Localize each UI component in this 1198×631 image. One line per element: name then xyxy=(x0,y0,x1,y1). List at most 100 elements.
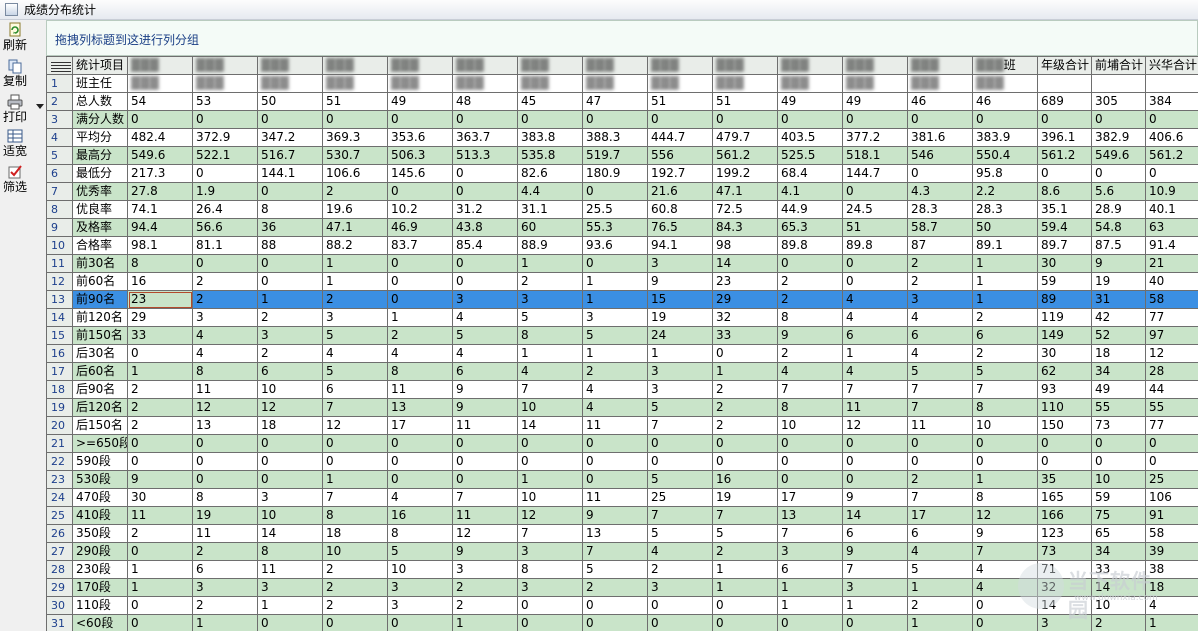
table-cell[interactable]: 4 xyxy=(972,560,1038,579)
print-dropdown-arrow-icon[interactable] xyxy=(36,104,44,109)
table-cell[interactable]: 11 xyxy=(842,398,908,417)
table-cell[interactable]: 10 xyxy=(1091,470,1146,489)
table-cell[interactable]: 0 xyxy=(127,110,193,129)
table-cell[interactable]: 39 xyxy=(1145,542,1198,561)
column-header-class[interactable]: ▓▓▓ xyxy=(192,56,258,75)
table-cell[interactable]: 0 xyxy=(322,452,388,471)
table-cell[interactable]: 0 xyxy=(712,434,778,453)
table-cell[interactable]: 2 xyxy=(712,398,778,417)
table-cell[interactable]: 0 xyxy=(257,110,323,129)
table-row[interactable]: 20 后150名 2 13 18 12 17 11 14 11 7 2 10 12 11 10 150 73 77 xyxy=(46,416,1198,435)
column-header-class[interactable]: ▓▓▓ xyxy=(712,56,778,75)
table-cell[interactable]: 33 xyxy=(1091,560,1146,579)
table-cell[interactable]: 5 xyxy=(647,398,713,417)
table-cell[interactable]: 3 xyxy=(517,290,583,309)
table-cell[interactable]: 149 xyxy=(1037,326,1092,345)
table-cell[interactable]: 50 xyxy=(257,92,323,111)
table-cell[interactable]: 10 xyxy=(387,560,453,579)
table-cell[interactable]: 26.4 xyxy=(192,200,258,219)
table-row[interactable]: 18 后90名 2 11 10 6 11 9 7 4 3 2 7 7 7 7 93 49 44 xyxy=(46,380,1198,399)
table-cell[interactable]: 89.1 xyxy=(972,236,1038,255)
column-header-class[interactable]: ▓▓▓班 xyxy=(972,56,1038,75)
table-cell[interactable] xyxy=(1037,74,1092,93)
table-cell[interactable]: 1 xyxy=(647,344,713,363)
table-cell[interactable]: 2 xyxy=(907,254,973,273)
table-cell[interactable]: 7 xyxy=(322,398,388,417)
table-cell[interactable]: 31.1 xyxy=(517,200,583,219)
table-cell[interactable]: 2 xyxy=(777,272,843,291)
table-cell[interactable]: 0 xyxy=(127,614,193,631)
table-cell[interactable]: 12 xyxy=(192,398,258,417)
table-cell[interactable]: 44 xyxy=(1145,380,1198,399)
table-cell[interactable]: 513.3 xyxy=(452,146,518,165)
table-cell[interactable]: 383.9 xyxy=(972,128,1038,147)
table-cell[interactable]: 68.4 xyxy=(777,164,843,183)
table-cell[interactable]: 0 xyxy=(582,110,648,129)
table-row[interactable]: 16 后30名 0 4 2 4 4 4 1 1 1 0 2 1 4 2 30 18 12 xyxy=(46,344,1198,363)
table-cell[interactable]: 11 xyxy=(127,506,193,525)
table-cell[interactable]: 5 xyxy=(387,542,453,561)
table-cell[interactable]: 2 xyxy=(322,560,388,579)
table-cell[interactable]: 0 xyxy=(322,434,388,453)
table-cell[interactable]: 14 xyxy=(1091,578,1146,597)
table-cell[interactable]: 7 xyxy=(777,524,843,543)
table-cell[interactable]: 5.6 xyxy=(1091,182,1146,201)
table-cell[interactable]: 106.6 xyxy=(322,164,388,183)
table-cell[interactable]: 3 xyxy=(387,578,453,597)
table-cell[interactable]: 54.8 xyxy=(1091,218,1146,237)
table-cell[interactable]: 2 xyxy=(907,470,973,489)
table-cell[interactable]: 51 xyxy=(647,92,713,111)
table-cell[interactable]: 0 xyxy=(712,344,778,363)
table-cell[interactable]: 40.1 xyxy=(1145,200,1198,219)
table-cell[interactable]: 0 xyxy=(712,596,778,615)
table-cell[interactable]: 4.3 xyxy=(907,182,973,201)
table-cell[interactable]: 8 xyxy=(517,326,583,345)
table-cell[interactable]: 0 xyxy=(1145,452,1198,471)
table-cell[interactable]: 2 xyxy=(582,362,648,381)
table-cell[interactable]: 1 xyxy=(1145,614,1198,631)
table-cell[interactable]: 0 xyxy=(1091,434,1146,453)
table-cell[interactable]: 0 xyxy=(192,470,258,489)
table-cell[interactable]: 12 xyxy=(842,416,908,435)
table-cell[interactable]: 7 xyxy=(517,524,583,543)
table-cell[interactable]: 0 xyxy=(1145,434,1198,453)
table-cell[interactable]: 34 xyxy=(1091,542,1146,561)
table-cell[interactable]: 2 xyxy=(257,308,323,327)
table-cell[interactable]: 11 xyxy=(452,506,518,525)
table-cell[interactable]: 369.3 xyxy=(322,128,388,147)
table-cell[interactable]: 21.6 xyxy=(647,182,713,201)
table-cell[interactable]: 3 xyxy=(452,560,518,579)
table-cell[interactable]: 388.3 xyxy=(582,128,648,147)
table-cell[interactable]: 1 xyxy=(777,596,843,615)
table-cell[interactable] xyxy=(1091,74,1146,93)
table-cell[interactable]: 58 xyxy=(1145,524,1198,543)
table-cell[interactable]: 5 xyxy=(582,560,648,579)
table-cell[interactable]: 0 xyxy=(777,434,843,453)
table-cell[interactable]: 2 xyxy=(322,290,388,309)
table-cell[interactable]: 199.2 xyxy=(712,164,778,183)
table-cell[interactable]: 165 xyxy=(1037,488,1092,507)
table-cell[interactable]: 0 xyxy=(582,182,648,201)
table-cell[interactable]: 0 xyxy=(387,452,453,471)
filter-button[interactable]: 筛选 xyxy=(0,164,30,200)
table-row[interactable]: 5 最高分 549.6 522.1 516.7 530.7 506.3 513.3 535.8 5… xyxy=(46,146,1198,165)
table-row[interactable]: 3 满分人数 0 0 0 0 0 0 0 0 0 0 0 0 0 0 0 0 0 xyxy=(46,110,1198,129)
table-cell[interactable]: 9 xyxy=(452,398,518,417)
table-cell[interactable]: 89.8 xyxy=(842,236,908,255)
table-cell[interactable]: 4 xyxy=(452,308,518,327)
table-cell[interactable]: 3 xyxy=(647,254,713,273)
table-cell[interactable]: 0 xyxy=(712,614,778,631)
table-cell[interactable]: 7 xyxy=(777,380,843,399)
table-cell[interactable]: 47.1 xyxy=(322,218,388,237)
column-header-total[interactable]: 兴华合计 xyxy=(1145,56,1198,75)
table-cell[interactable]: 1 xyxy=(712,578,778,597)
table-cell[interactable]: 59 xyxy=(1037,272,1092,291)
table-cell[interactable]: 1 xyxy=(322,470,388,489)
table-cell[interactable]: 19.6 xyxy=(322,200,388,219)
table-cell[interactable]: 0 xyxy=(192,254,258,273)
table-cell[interactable]: 2 xyxy=(972,344,1038,363)
table-cell[interactable]: 0 xyxy=(712,110,778,129)
table-cell[interactable]: 1 xyxy=(127,560,193,579)
table-cell[interactable]: 0 xyxy=(322,110,388,129)
table-cell[interactable]: 6 xyxy=(777,560,843,579)
